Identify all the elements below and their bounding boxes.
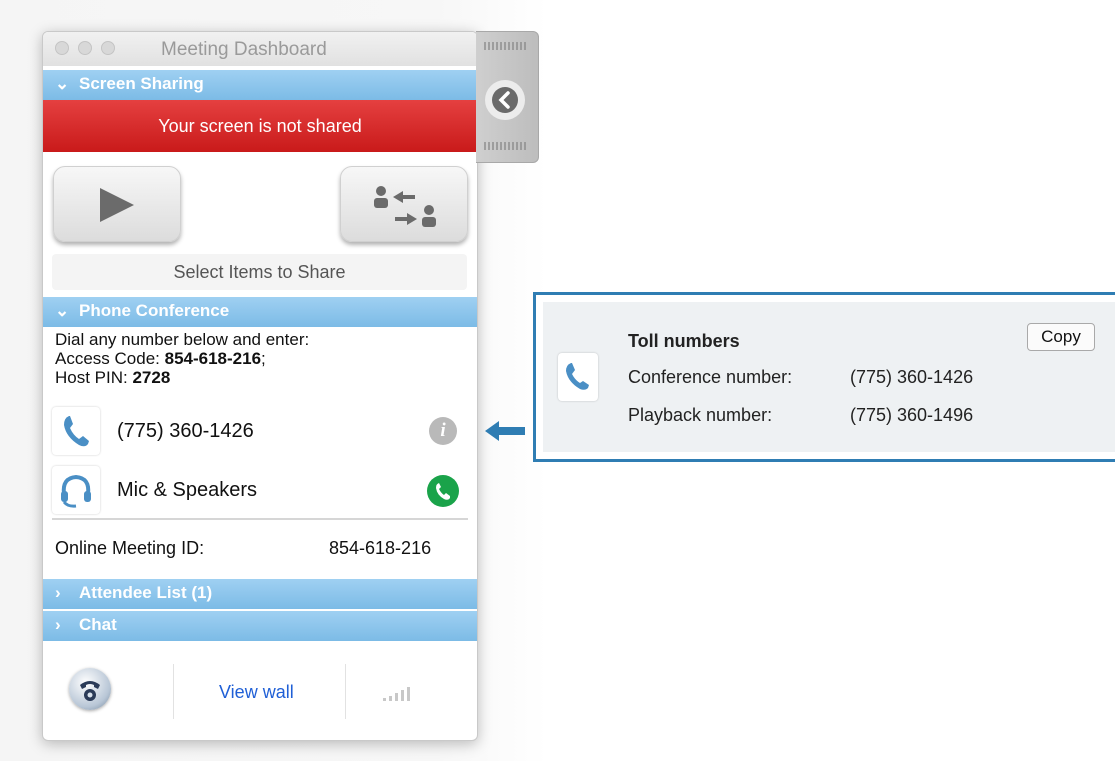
meeting-dashboard-window: Meeting Dashboard ⌄ Screen Sharing Your … [42, 31, 478, 741]
view-wall-link[interactable]: View wall [219, 682, 294, 703]
footer-divider [173, 664, 174, 719]
copy-button[interactable]: Copy [1027, 323, 1095, 351]
switch-presenter-button[interactable] [340, 166, 468, 242]
window-title: Meeting Dashboard [161, 39, 327, 60]
divider [52, 518, 468, 520]
attendee-list-header[interactable]: › Attendee List (1) [43, 579, 477, 609]
grip-handle-icon[interactable] [484, 42, 528, 50]
phone-conference-header[interactable]: ⌄ Phone Conference [43, 297, 477, 327]
phone-icon [558, 353, 598, 401]
phone-number-text: (775) 360-1426 [117, 420, 254, 442]
toll-numbers-callout: Toll numbers Copy Conference number: (77… [533, 292, 1115, 462]
conference-number-value: (775) 360-1426 [850, 367, 974, 387]
chat-label: Chat [79, 615, 117, 634]
access-code-value: 854-618-216 [164, 349, 262, 368]
signal-strength-icon [383, 687, 410, 701]
collapse-drawer-button[interactable] [485, 80, 525, 120]
collapse-chevron-icon: ⌄ [55, 74, 70, 93]
collapse-chevron-icon: ⌄ [55, 301, 70, 320]
dial-instruction-text: Dial any number below and enter: [55, 330, 310, 349]
access-code-label: Access Code: [55, 349, 165, 368]
title-bar: Meeting Dashboard [43, 32, 477, 66]
conference-number-label: Conference number: [628, 367, 793, 387]
expand-chevron-icon: › [55, 615, 61, 634]
close-window-button[interactable] [55, 41, 69, 55]
grip-handle-icon[interactable] [484, 142, 528, 150]
zoom-window-button[interactable] [101, 41, 115, 55]
playback-number-value: (775) 360-1496 [850, 405, 974, 425]
toll-numbers-panel: Toll numbers Copy Conference number: (77… [543, 302, 1115, 452]
phone-icon [52, 407, 100, 455]
access-code-line: Access Code: 854-618-216; [55, 349, 266, 368]
host-pin-value: 2728 [132, 368, 171, 387]
select-items-to-share-button[interactable]: Select Items to Share [52, 254, 467, 290]
app-logo-phone-icon[interactable] [69, 668, 111, 710]
dial-instructions: Dial any number below and enter: Access … [55, 330, 309, 387]
start-sharing-button[interactable] [53, 166, 181, 242]
meeting-id-value: 854-618-216 [329, 538, 432, 558]
footer-divider [345, 664, 346, 719]
phone-conference-label: Phone Conference [79, 301, 230, 320]
play-icon [100, 188, 134, 222]
screen-sharing-header[interactable]: ⌄ Screen Sharing [43, 70, 477, 100]
minimize-window-button[interactable] [78, 41, 92, 55]
playback-number-label: Playback number: [628, 405, 773, 425]
audio-option-label: Mic & Speakers [117, 479, 258, 501]
chat-header[interactable]: › Chat [43, 611, 477, 641]
call-phone-icon [436, 483, 450, 500]
host-pin-label: Host PIN: [55, 368, 133, 387]
expand-chevron-icon: › [55, 583, 61, 602]
screen-sharing-label: Screen Sharing [79, 74, 204, 93]
share-status-banner: Your screen is not shared [43, 100, 477, 152]
callout-arrow-icon [485, 421, 525, 441]
call-button[interactable] [427, 475, 459, 507]
host-pin-line: Host PIN: 2728 [55, 368, 309, 387]
meeting-id-label: Online Meeting ID: [55, 538, 205, 558]
side-drawer-tab[interactable] [476, 31, 539, 163]
headset-icon [52, 466, 100, 514]
attendee-list-label: Attendee List (1) [79, 583, 213, 602]
swap-presenter-icon [374, 186, 436, 227]
toll-numbers-title: Toll numbers [628, 331, 740, 351]
info-icon[interactable]: i [429, 417, 457, 445]
chevron-left-icon [492, 87, 518, 113]
